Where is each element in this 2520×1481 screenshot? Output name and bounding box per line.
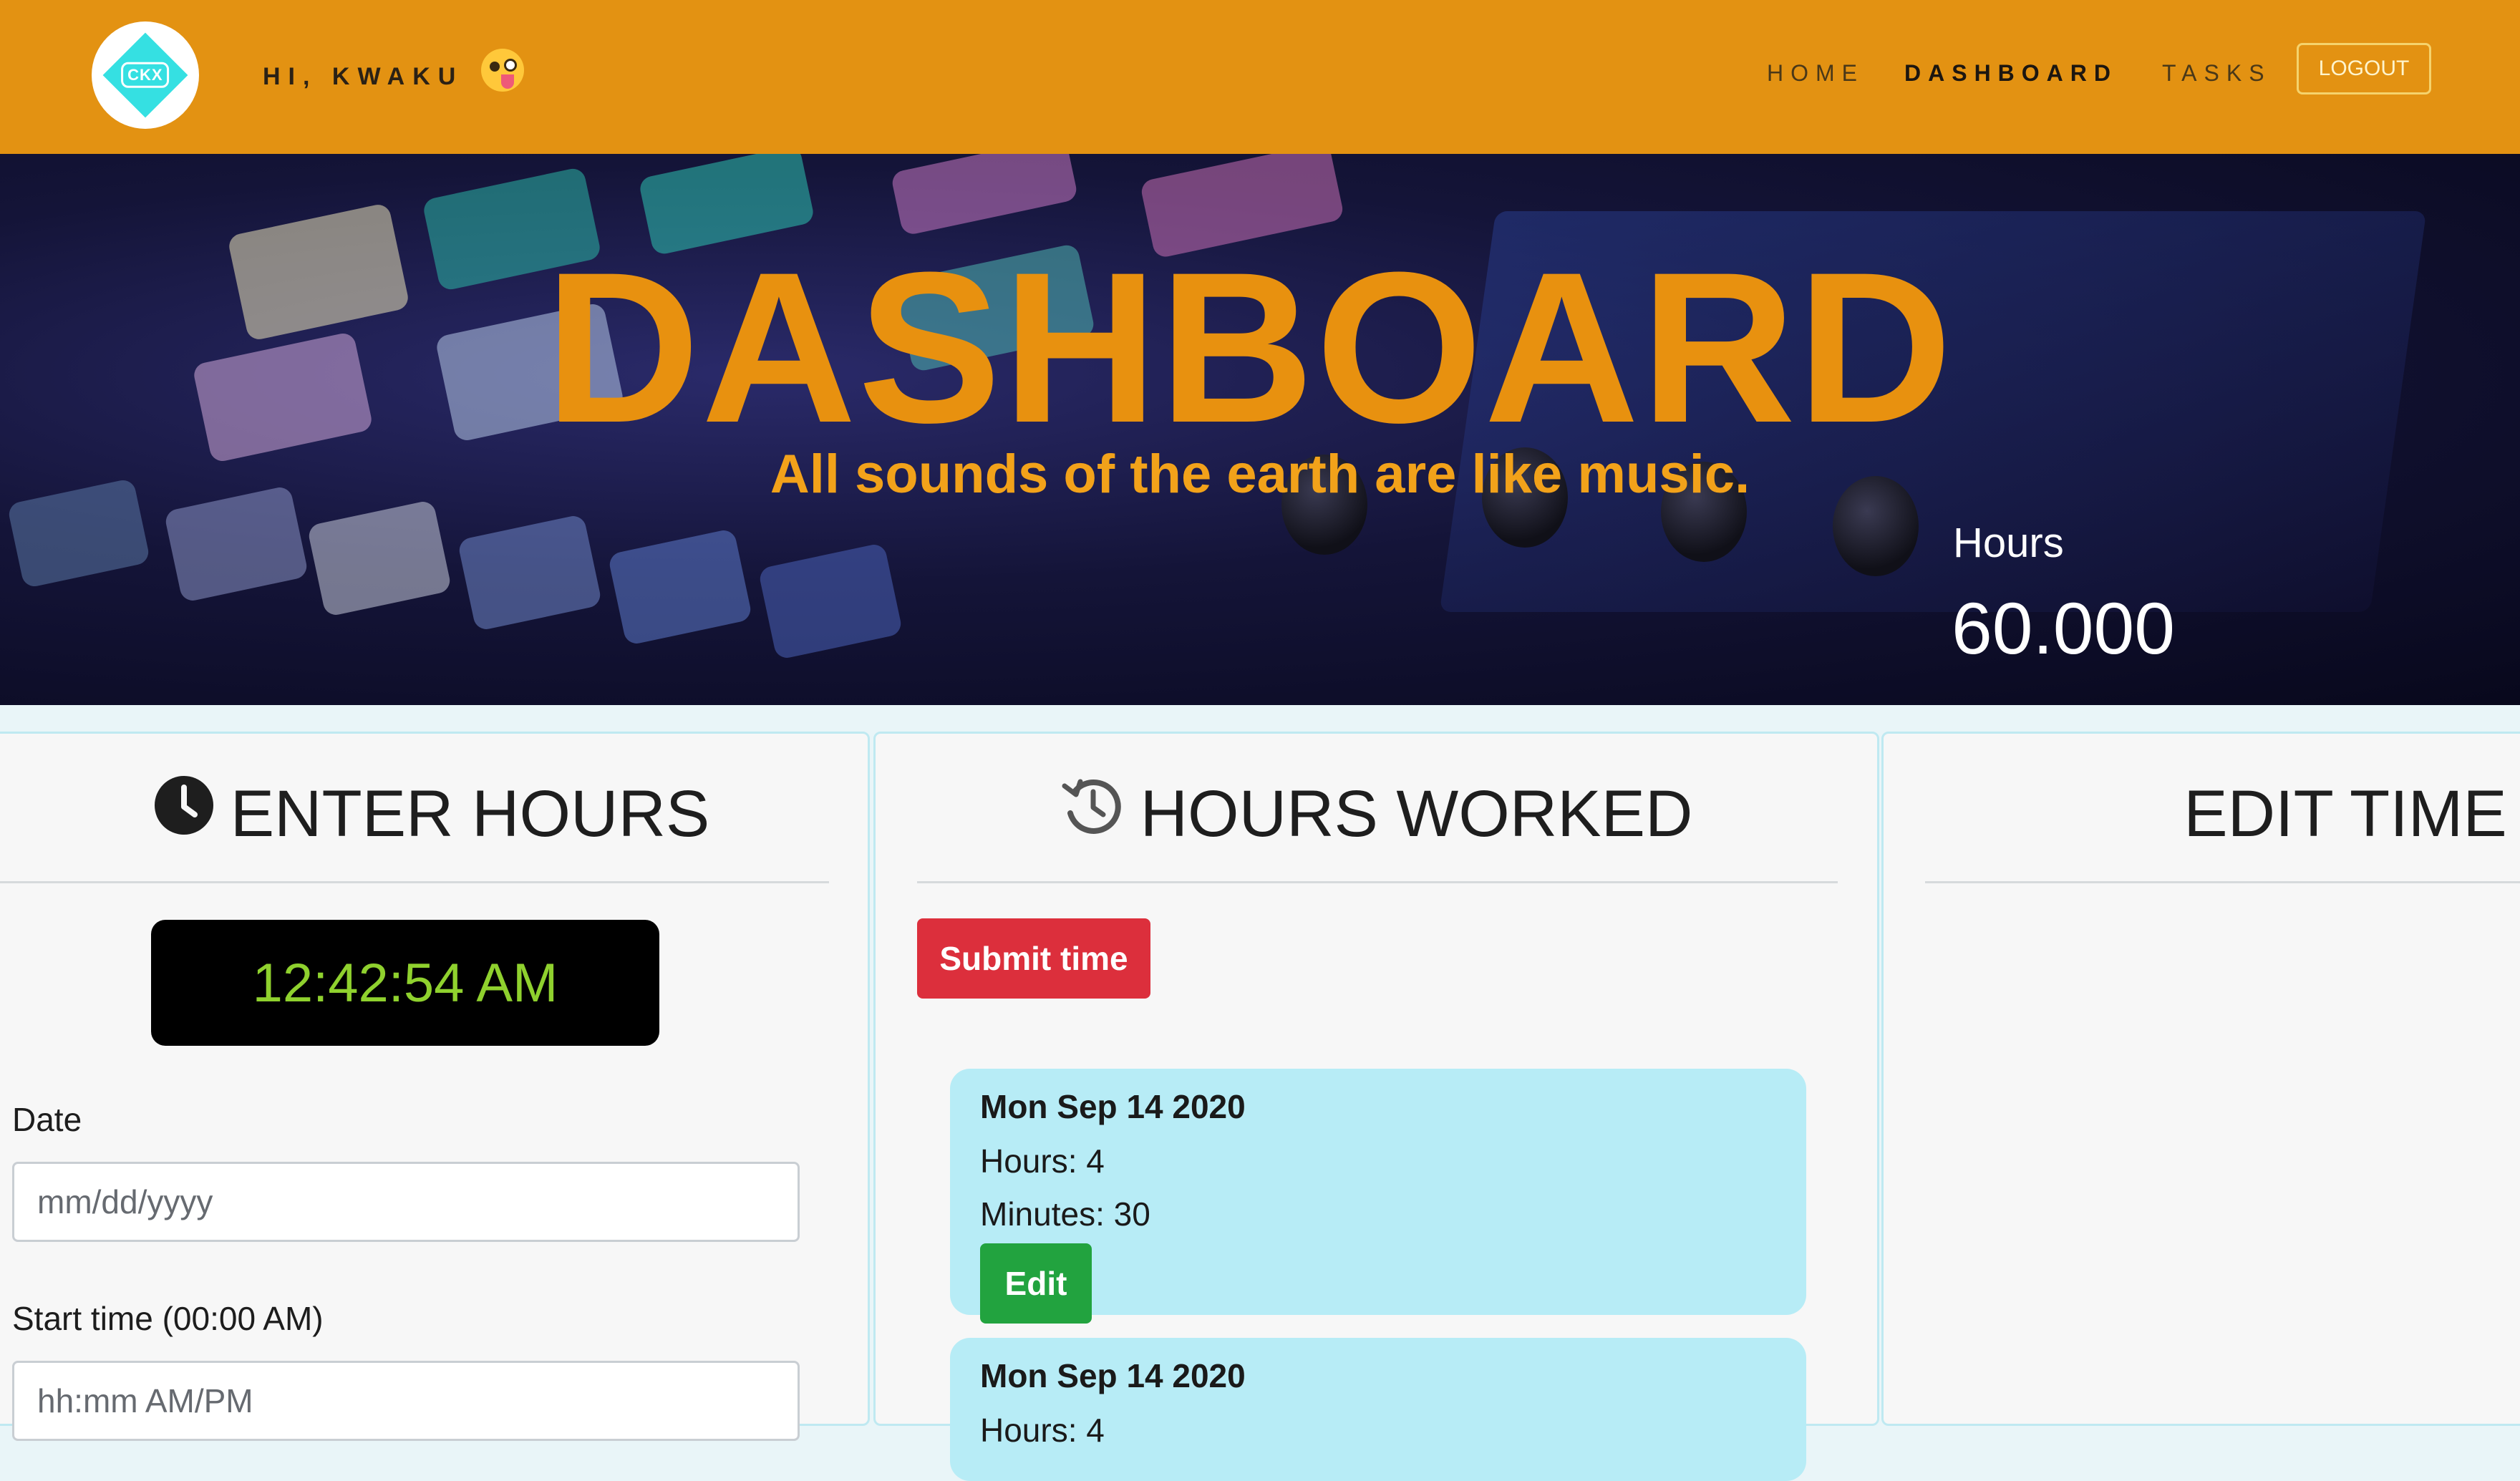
hours-worked-header: HOURS WORKED <box>876 777 1877 859</box>
nav-link-dashboard[interactable]: DASHBOARD <box>1904 60 2118 87</box>
enter-hours-title: ENTER HOURS <box>230 777 710 850</box>
edit-time-divider <box>1925 881 2520 883</box>
hero-bg-pad <box>890 154 1079 237</box>
hero-bg-pad <box>607 528 753 646</box>
enter-hours-panel: ENTER HOURS 12:42:54 AM Date Start time … <box>0 732 870 1441</box>
start-time-input[interactable] <box>12 1361 800 1441</box>
entry-minutes: Minutes: 30 <box>980 1195 1150 1233</box>
entry-hours: Hours: 4 <box>980 1142 1105 1180</box>
enter-hours-header: ENTER HOURS <box>0 775 868 858</box>
submit-time-button[interactable]: Submit time <box>917 918 1150 999</box>
hero-tagline: All sounds of the earth are like music. <box>770 444 1750 505</box>
logo-text: CKX <box>121 62 170 88</box>
hours-worked-title: HOURS WORKED <box>1140 777 1693 850</box>
entry-date: Mon Sep 14 2020 <box>980 1088 1246 1125</box>
greeting-text: HI, KWAKU <box>263 63 464 90</box>
enter-hours-divider <box>0 881 829 883</box>
hero-title: DASHBOARD <box>545 227 1954 467</box>
entry-hours: Hours: 4 <box>980 1412 1105 1449</box>
total-hours-label: Hours <box>1953 520 2064 566</box>
entry-date: Mon Sep 14 2020 <box>980 1357 1246 1394</box>
nav-link-home[interactable]: HOME <box>1767 60 1864 87</box>
logo-diamond: CKX <box>102 32 188 118</box>
hero-bg-pad <box>457 513 603 632</box>
edit-time-title: EDIT TIME <box>2184 777 2507 850</box>
hours-worked-panel: HOURS WORKED Submit time Mon Sep 14 2020… <box>873 732 1879 1481</box>
hours-worked-divider <box>917 881 1838 883</box>
nav-link-tasks[interactable]: TASKS <box>2162 60 2272 87</box>
winking-tongue-face-icon <box>481 49 524 92</box>
clock-icon <box>153 775 215 852</box>
date-label: Date <box>12 1101 82 1138</box>
logo[interactable]: CKX <box>92 21 199 129</box>
time-entry-card: Mon Sep 14 2020 Hours: 4 <box>950 1338 1806 1481</box>
history-icon <box>1060 773 1125 853</box>
hero-bg-pad <box>306 499 452 618</box>
start-time-label: Start time (00:00 AM) <box>12 1300 324 1337</box>
edit-entry-button[interactable]: Edit <box>980 1243 1092 1324</box>
time-entry-card: Mon Sep 14 2020 Hours: 4 Minutes: 30 Edi… <box>950 1069 1806 1324</box>
digital-clock: 12:42:54 AM <box>151 920 659 1046</box>
edit-time-panel: EDIT TIME <box>1881 732 2520 1426</box>
hero-banner: DASHBOARD All sounds of the earth are li… <box>0 154 2520 705</box>
edit-time-header: EDIT TIME <box>1884 777 2520 852</box>
top-navbar: CKX HI, KWAKU HOME DASHBOARD TASKS LOGOU… <box>0 0 2520 154</box>
hero-bg-pad <box>163 485 309 603</box>
date-input[interactable] <box>12 1162 800 1242</box>
logout-button[interactable]: LOGOUT <box>2297 43 2431 94</box>
total-hours-value: 60.000 <box>1952 588 2175 669</box>
hero-bg-pad <box>757 542 903 661</box>
